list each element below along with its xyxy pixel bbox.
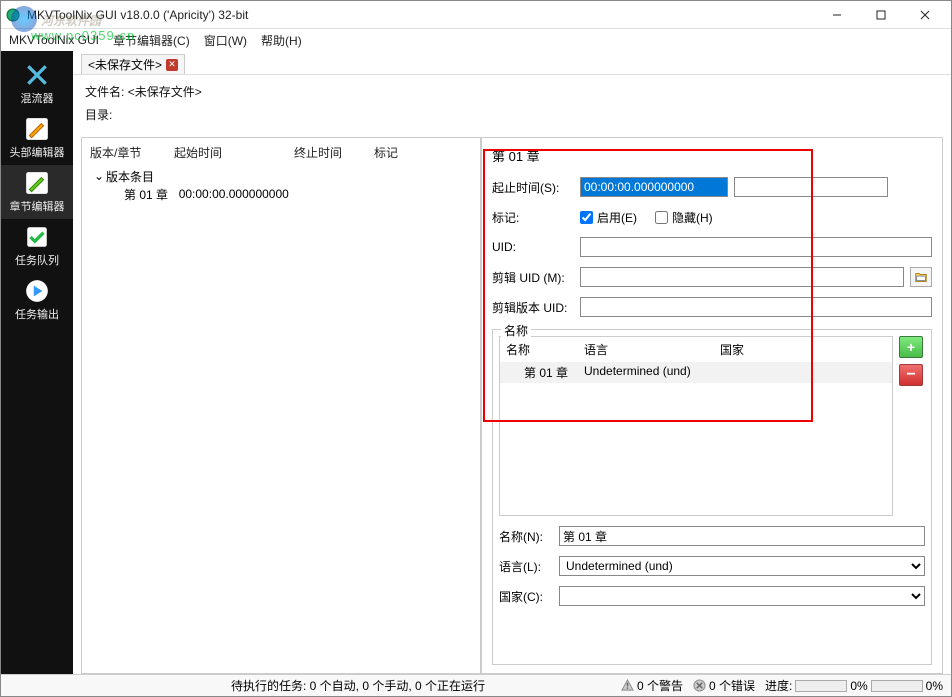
segment-uid-label: 剪辑 UID (M): — [492, 269, 574, 286]
hidden-checkbox-wrap: 隐藏(H) — [655, 209, 713, 226]
sidebar-item-job-queue[interactable]: 任务队列 — [1, 219, 73, 273]
names-row-language: Undetermined (und) — [584, 364, 886, 381]
hidden-checkbox-label: 隐藏(H) — [672, 209, 713, 226]
filename-value: <未保存文件> — [128, 85, 202, 99]
segment-edition-uid-input[interactable] — [580, 297, 932, 317]
tree-col-flags[interactable]: 标记 — [374, 144, 472, 161]
uid-label: UID: — [492, 240, 574, 254]
sidebar-item-merge[interactable]: 混流器 — [1, 57, 73, 111]
language-field-label: 语言(L): — [499, 558, 553, 575]
tab-strip: <未保存文件> ✕ — [73, 51, 951, 75]
output-icon — [24, 278, 50, 304]
tree-header: 版本/章节 起始时间 终止时间 标记 — [86, 142, 476, 165]
names-list[interactable]: 名称 语言 国家 第 01 章 Undetermined (und) — [499, 336, 893, 516]
tree-edition-label: 版本条目 — [106, 168, 154, 185]
menubar: MKVToolNix GUI 章节编辑器(C) 窗口(W) 帮助(H) — [1, 29, 951, 51]
minimize-button[interactable] — [815, 3, 859, 27]
detail-title: 第 01 章 — [492, 146, 932, 165]
names-group: 名称 名称 语言 国家 第 01 章 Undetermined (und) — [492, 329, 932, 665]
menu-app[interactable]: MKVToolNix GUI — [9, 33, 99, 47]
progress-label: 进度: — [765, 677, 792, 694]
app-icon — [5, 7, 21, 23]
sidebar-item-label: 任务队列 — [15, 252, 59, 268]
sidebar: 混流器 头部编辑器 章节编辑器 任务队列 任务输出 — [1, 51, 73, 674]
tab-label: <未保存文件> — [88, 56, 162, 73]
maximize-button[interactable] — [859, 3, 903, 27]
directory-label: 目录: — [85, 108, 112, 122]
folder-icon — [914, 270, 928, 284]
start-time-input[interactable] — [580, 177, 728, 197]
hidden-checkbox[interactable] — [655, 211, 668, 224]
chapter-tree-panel: 版本/章节 起始时间 终止时间 标记 ⌄ 版本条目 第 01 章 00:00:0… — [81, 137, 481, 674]
status-errors[interactable]: 0 个错误 — [693, 677, 755, 694]
enabled-checkbox-wrap: 启用(E) — [580, 209, 637, 226]
file-info: 文件名: <未保存文件> 目录: — [73, 75, 951, 137]
remove-name-button[interactable]: − — [899, 364, 923, 386]
enabled-checkbox-label: 启用(E) — [597, 209, 637, 226]
progress-bar-2 — [871, 680, 923, 692]
country-select[interactable] — [559, 586, 925, 606]
add-name-button[interactable]: + — [899, 336, 923, 358]
progress-pct-1: 0% — [850, 679, 867, 693]
sidebar-item-label: 混流器 — [21, 90, 54, 106]
window-title: MKVToolNix GUI v18.0.0 ('Apricity') 32-b… — [27, 8, 815, 22]
tree-col-end[interactable]: 终止时间 — [294, 144, 374, 161]
chapter-detail-panel: 第 01 章 起止时间(S): 标记: 启用(E) 隐藏(H) — [481, 137, 943, 674]
segment-uid-input[interactable] — [580, 267, 904, 287]
tree-body[interactable]: ⌄ 版本条目 第 01 章 00:00:00.000000000 — [86, 165, 476, 205]
status-progress: 进度: 0% 0% — [765, 677, 943, 694]
sidebar-item-header-editor[interactable]: 头部编辑器 — [1, 111, 73, 165]
expander-icon[interactable]: ⌄ — [94, 169, 104, 183]
enabled-checkbox[interactable] — [580, 211, 593, 224]
language-select[interactable]: Undetermined (und) — [559, 556, 925, 576]
merge-icon — [24, 62, 50, 88]
segment-edition-uid-label: 剪辑版本 UID: — [492, 299, 574, 316]
error-icon — [693, 679, 706, 692]
names-row[interactable]: 第 01 章 Undetermined (und) — [500, 362, 892, 383]
end-time-input[interactable] — [734, 177, 888, 197]
names-header: 名称 语言 国家 — [500, 337, 892, 362]
tree-chapter-time: 00:00:00.000000000 — [179, 187, 289, 201]
warning-icon — [621, 679, 634, 692]
uid-input[interactable] — [580, 237, 932, 257]
menu-help[interactable]: 帮助(H) — [261, 32, 302, 49]
sidebar-item-label: 任务输出 — [15, 306, 59, 322]
progress-pct-2: 0% — [926, 679, 943, 693]
titlebar: MKVToolNix GUI v18.0.0 ('Apricity') 32-b… — [1, 1, 951, 29]
name-field-label: 名称(N): — [499, 528, 553, 545]
sidebar-item-label: 章节编辑器 — [10, 198, 65, 214]
menu-chapter-editor[interactable]: 章节编辑器(C) — [113, 32, 190, 49]
status-pending: 待执行的任务: 0 个自动, 0 个手动, 0 个正在运行 — [231, 677, 485, 694]
tree-row-chapter[interactable]: 第 01 章 00:00:00.000000000 — [90, 185, 472, 203]
names-col-language[interactable]: 语言 — [584, 341, 720, 358]
menu-window[interactable]: 窗口(W) — [204, 32, 247, 49]
chapter-icon — [24, 170, 50, 196]
names-col-country[interactable]: 国家 — [720, 341, 886, 358]
tab-close-icon[interactable]: ✕ — [166, 59, 178, 71]
country-field-label: 国家(C): — [499, 588, 553, 605]
names-row-name: 第 01 章 — [524, 364, 584, 381]
tree-row-edition[interactable]: ⌄ 版本条目 — [90, 167, 472, 185]
filename-label: 文件名: — [85, 85, 124, 99]
sidebar-item-label: 头部编辑器 — [10, 144, 65, 160]
progress-bar-1 — [795, 680, 847, 692]
start-time-label: 起止时间(S): — [492, 179, 574, 196]
queue-icon — [24, 224, 50, 250]
close-button[interactable] — [903, 3, 947, 27]
tree-chapter-name: 第 01 章 — [124, 186, 168, 203]
tree-col-start[interactable]: 起始时间 — [174, 144, 294, 161]
tree-col-edition[interactable]: 版本/章节 — [90, 144, 174, 161]
status-warnings[interactable]: 0 个警告 — [621, 677, 683, 694]
edit-icon — [24, 116, 50, 142]
names-col-name[interactable]: 名称 — [506, 341, 584, 358]
statusbar: 待执行的任务: 0 个自动, 0 个手动, 0 个正在运行 0 个警告 0 个错… — [1, 674, 951, 696]
sidebar-item-job-output[interactable]: 任务输出 — [1, 273, 73, 327]
sidebar-item-chapter-editor[interactable]: 章节编辑器 — [1, 165, 73, 219]
tab-unsaved-file[interactable]: <未保存文件> ✕ — [81, 54, 185, 74]
names-group-label: 名称 — [501, 322, 531, 339]
name-input[interactable] — [559, 526, 925, 546]
open-file-button[interactable] — [910, 267, 932, 287]
flags-label: 标记: — [492, 209, 574, 226]
